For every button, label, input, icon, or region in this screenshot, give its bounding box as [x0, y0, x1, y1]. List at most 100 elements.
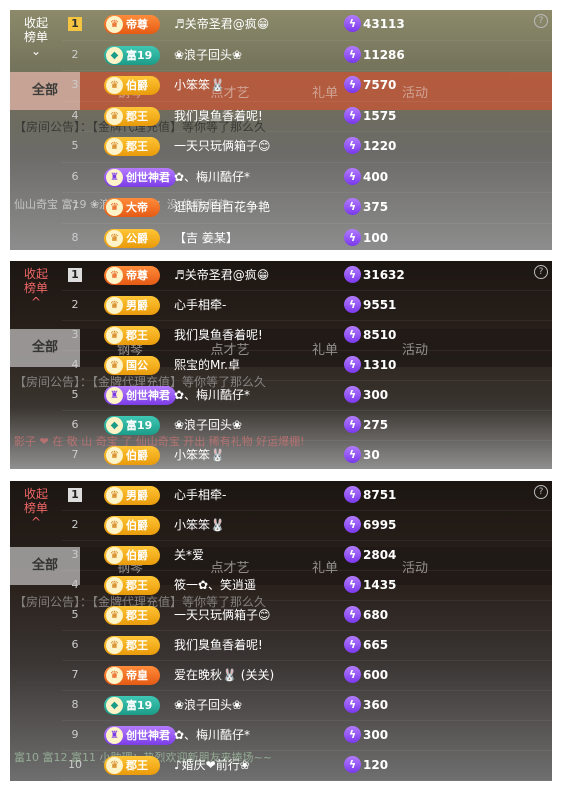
user-name[interactable]: ✿、梅川酷仔*	[174, 381, 250, 410]
rank-number: 8	[71, 698, 79, 711]
collapse-ranking-button[interactable]: 收起 榜单 ⌄	[10, 10, 62, 58]
lightning-bolt-icon: ϟ	[344, 446, 361, 463]
user-name[interactable]: 逛陆房自百花争艳	[174, 193, 270, 222]
crown-icon: ♛	[106, 637, 123, 654]
contribution-score: ϟ 100	[344, 228, 388, 248]
user-name[interactable]: 爱在晚秋🐰 (关关)	[174, 661, 274, 690]
wealth-badge: ◆ 富19	[104, 416, 160, 435]
contribution-score: ϟ 11286	[344, 45, 405, 65]
user-name[interactable]: 【吉 姜某】	[174, 224, 238, 251]
user-name[interactable]: 小笨笨🐰	[174, 71, 225, 100]
user-name[interactable]: 关*爱	[174, 541, 204, 570]
ranking-row[interactable]: 5 ♛ 郡王 一天只玩俩箱子😊 ϟ 1220	[62, 132, 552, 163]
noble-badge: ♜ 创世神君	[104, 386, 176, 405]
rank-number: 2	[71, 298, 79, 311]
user-name[interactable]: ♪婚庆❤前行❀	[174, 751, 250, 780]
ranking-row[interactable]: 6 ♜ 创世神君 ✿、梅川酷仔* ϟ 400	[62, 163, 552, 193]
crown-icon: ♛	[106, 107, 123, 125]
lightning-bolt-icon: ϟ	[344, 576, 361, 593]
user-name[interactable]: 我们臭鱼香着呢!	[174, 102, 263, 131]
ranking-row[interactable]: 8 ♛ 公爵 【吉 姜某】 ϟ 100	[62, 224, 552, 251]
lightning-bolt-icon: ϟ	[344, 137, 361, 154]
crown-icon: ♛	[106, 16, 123, 33]
lightning-bolt-icon: ϟ	[344, 756, 361, 773]
gift-ranking-panel-1: 全部 钢琴 点才艺 礼单 活动 【房间公告】：【金牌代理充值】等你等了那么久 仙…	[10, 10, 552, 250]
ranking-row[interactable]: 3 ♛ 伯爵 关*爱 ϟ 2804	[62, 541, 552, 571]
crown-icon: ♛	[106, 547, 123, 564]
rank-number: 5	[71, 608, 79, 621]
ranking-list: 1 ♛ 帝尊 ♬关帝圣君@疯😁 ϟ 43113 2 ◆ 富19 ❀浪子回头❀ ϟ 112…	[62, 10, 552, 250]
user-name[interactable]: 我们臭鱼香着呢!	[174, 631, 263, 660]
crown-icon: ♛	[106, 757, 123, 774]
ranking-row[interactable]: 9 ♜ 创世神君 ✿、梅川酷仔* ϟ 300	[62, 721, 552, 751]
rank-number: 4	[71, 358, 79, 371]
diamond-icon: ◆	[106, 417, 123, 434]
contribution-score: ϟ 7570	[344, 76, 396, 95]
contribution-score: ϟ 120	[344, 756, 388, 775]
ranking-row[interactable]: 7 ♛ 帝皇 爱在晚秋🐰 (关关) ϟ 600	[62, 661, 552, 691]
collapse-ranking-button[interactable]: 收起 榜单 ^	[10, 481, 62, 529]
ranking-row[interactable]: 5 ♛ 郡王 一天只玩俩箱子😊 ϟ 680	[62, 601, 552, 631]
user-name[interactable]: 一天只玩俩箱子😊	[174, 601, 271, 630]
rank-number: 2	[71, 47, 79, 61]
user-name[interactable]: ✿、梅川酷仔*	[174, 163, 250, 192]
user-name[interactable]: 心手相牵-	[174, 291, 226, 320]
ranking-row[interactable]: 10 ♛ 郡王 ♪婚庆❤前行❀ ϟ 120	[62, 751, 552, 781]
rank-number: 10	[68, 758, 82, 771]
lightning-bolt-icon: ϟ	[344, 198, 361, 215]
ranking-row[interactable]: 3 ♛ 郡王 我们臭鱼香着呢! ϟ 8510	[62, 321, 552, 351]
noble-badge: ♛ 公爵	[104, 228, 160, 248]
diamond-icon: ◆	[106, 46, 123, 64]
user-name[interactable]: ✿、梅川酷仔*	[174, 721, 250, 750]
user-name[interactable]: 小笨笨🐰	[174, 511, 225, 540]
ranking-list: 1 ♛ 男爵 心手相牵- ϟ 8751 2 ♛ 伯爵 小笨笨🐰 ϟ 6995 3 ♛ 伯爵…	[62, 481, 552, 781]
ranking-row[interactable]: 8 ◆ 富19 ❀浪子回头❀ ϟ 360	[62, 691, 552, 721]
ranking-row[interactable]: 7 ♛ 伯爵 小笨笨🐰 ϟ 30	[62, 441, 552, 469]
user-name[interactable]: 筱一✿、笑逍遥	[174, 571, 256, 600]
lightning-bolt-icon: ϟ	[344, 636, 361, 653]
ranking-row[interactable]: 1 ♛ 帝尊 ♬关帝圣君@疯😁 ϟ 31632	[62, 261, 552, 291]
user-name[interactable]: ♬关帝圣君@疯😁	[174, 10, 269, 39]
contribution-score: ϟ 680	[344, 606, 388, 625]
ranking-row[interactable]: 2 ♛ 伯爵 小笨笨🐰 ϟ 6995	[62, 511, 552, 541]
lightning-bolt-icon: ϟ	[344, 326, 361, 343]
ranking-row[interactable]: 4 ♛ 郡王 我们臭鱼香着呢! ϟ 1575	[62, 102, 552, 132]
crown-icon: ♛	[106, 77, 123, 94]
ranking-row[interactable]: 3 ♛ 伯爵 小笨笨🐰 ϟ 7570	[62, 71, 552, 102]
contribution-score: ϟ 275	[344, 416, 388, 435]
crown-icon: ♛	[106, 447, 123, 464]
rank-number: 3	[71, 78, 79, 91]
ranking-row[interactable]: 2 ◆ 富19 ❀浪子回头❀ ϟ 11286	[62, 41, 552, 71]
ranking-row[interactable]: 2 ♛ 男爵 心手相牵- ϟ 9551	[62, 291, 552, 321]
user-name[interactable]: ❀浪子回头❀	[174, 41, 242, 70]
ranking-row[interactable]: 5 ♜ 创世神君 ✿、梅川酷仔* ϟ 300	[62, 381, 552, 411]
ranking-row[interactable]: 7 ♛ 大帝 逛陆房自百花争艳 ϟ 375	[62, 193, 552, 224]
ranking-row[interactable]: 1 ♛ 男爵 心手相牵- ϟ 8751	[62, 481, 552, 511]
wealth-badge: ◆ 富19	[104, 696, 160, 715]
contribution-score: ϟ 31632	[344, 266, 405, 285]
user-name[interactable]: 心手相牵-	[174, 481, 226, 510]
rank-number: 1	[68, 17, 82, 31]
collapse-label: 收起 榜单	[23, 16, 48, 44]
user-name[interactable]: 一天只玩俩箱子😊	[174, 132, 271, 161]
ranking-row[interactable]: 6 ◆ 富19 ❀浪子回头❀ ϟ 275	[62, 411, 552, 441]
user-name[interactable]: 熙宝的Mr.卓	[174, 351, 240, 380]
user-name[interactable]: 小笨笨🐰	[174, 441, 225, 469]
user-name[interactable]: 我们臭鱼香着呢!	[174, 321, 263, 350]
ranking-row[interactable]: 6 ♛ 郡王 我们臭鱼香着呢! ϟ 665	[62, 631, 552, 661]
user-name[interactable]: ❀浪子回头❀	[174, 691, 242, 720]
ranking-row[interactable]: 4 ♛ 国公 熙宝的Mr.卓 ϟ 1310	[62, 351, 552, 381]
gift-ranking-panel-3: 全部 钢琴 点才艺 礼单 活动 【房间公告】：【金牌代理充值】等你等了那么久 富…	[10, 481, 552, 781]
collapse-ranking-button[interactable]: 收起 榜单 ^	[10, 261, 62, 309]
noble-badge: ♛ 帝尊	[104, 266, 160, 285]
user-name[interactable]: ❀浪子回头❀	[174, 411, 242, 440]
ranking-row[interactable]: 1 ♛ 帝尊 ♬关帝圣君@疯😁 ϟ 43113	[62, 10, 552, 41]
lightning-bolt-icon: ϟ	[344, 15, 361, 32]
ranking-row[interactable]: 4 ♛ 郡王 筱一✿、笑逍遥 ϟ 1435	[62, 571, 552, 601]
contribution-score: ϟ 375	[344, 198, 388, 217]
noble-badge: ♛ 男爵	[104, 296, 160, 315]
lightning-bolt-icon: ϟ	[344, 167, 361, 185]
user-name[interactable]: ♬关帝圣君@疯😁	[174, 261, 269, 290]
gift-ranking-panel-2: 全部 钢琴 点才艺 礼单 活动 【房间公告】：【金牌代理充值】等你等了那么久 影…	[10, 261, 552, 469]
noble-badge: ♛ 伯爵	[104, 446, 160, 465]
